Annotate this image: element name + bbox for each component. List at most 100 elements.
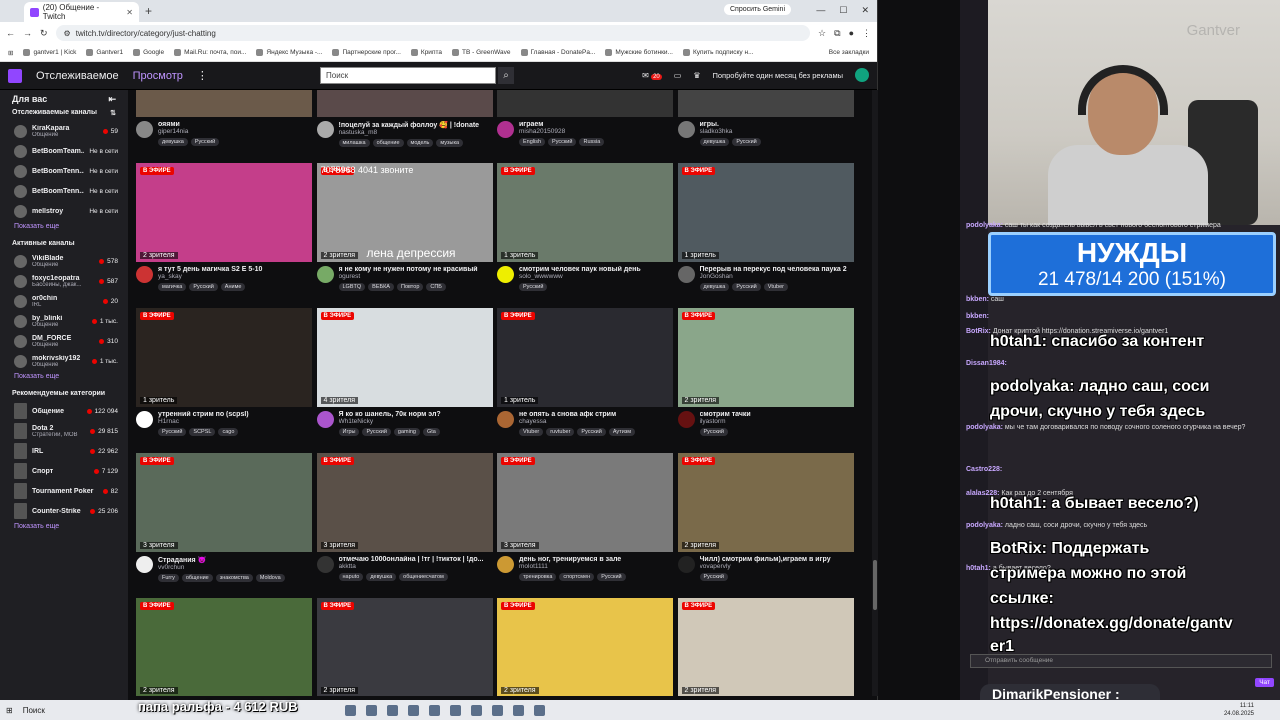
tag[interactable]: Русский: [158, 428, 187, 436]
stream-card[interactable]: В ЭФИРЕ 1 зритель Перерыв на перекус под ч…: [677, 163, 854, 291]
channel-name[interactable]: solo_wwwwww: [519, 273, 673, 280]
app-icon[interactable]: [533, 704, 545, 716]
app-icon[interactable]: [365, 704, 377, 716]
stream-title[interactable]: Я ко ко шанель, 70к норм эл?: [339, 411, 493, 418]
stream-thumbnail[interactable]: В ЭФИРЕ 3 зрителя: [316, 453, 493, 552]
stream-card[interactable]: В ЭФИРЕ 3 зрителя день ног, тренируемся в …: [497, 453, 673, 581]
tag[interactable]: модель: [406, 139, 434, 147]
menu-icon[interactable]: ⋮: [862, 28, 871, 39]
tag[interactable]: Русский: [189, 283, 218, 291]
star-icon[interactable]: ☆: [818, 28, 826, 39]
tag[interactable]: LGBTQ: [338, 283, 366, 291]
tag[interactable]: девушка: [699, 283, 730, 291]
channel-name[interactable]: sladko3hka: [700, 128, 854, 135]
search-input[interactable]: Поиск: [320, 67, 496, 84]
category-item[interactable]: IRL 22 962: [0, 441, 128, 461]
tag[interactable]: девушка: [366, 573, 397, 581]
chat-username[interactable]: podolyaka:: [966, 424, 1003, 431]
app-icon[interactable]: [428, 704, 440, 716]
nav-following[interactable]: Отслеживаемое: [36, 70, 119, 82]
user-avatar[interactable]: [855, 68, 869, 82]
channel-avatar[interactable]: [677, 411, 695, 428]
tag[interactable]: Vtuber: [519, 428, 544, 436]
bookmark-item[interactable]: Крипта: [410, 49, 442, 56]
bookmark-item[interactable]: Mail.Ru: почта, пои...: [174, 49, 246, 56]
chat-input[interactable]: Отправить сообщение: [970, 654, 1272, 668]
twitch-logo-icon[interactable]: [8, 68, 22, 83]
channel-name[interactable]: vovapervly: [700, 563, 854, 570]
stream-title[interactable]: смотрим человек паук новый день: [519, 266, 673, 273]
search-icon[interactable]: ⌕: [498, 67, 514, 84]
channel-name[interactable]: H1rnac: [158, 418, 312, 425]
stream-title[interactable]: я не кому не нужен потому не красивый: [339, 266, 493, 273]
collapse-sidebar-icon[interactable]: ⇤: [108, 94, 116, 105]
channel-name[interactable]: JonGoshan: [700, 273, 854, 280]
stream-card[interactable]: В ЭФИРЕ 2 зрителя 7075968 4041 звоните ленa…: [316, 163, 493, 291]
nav-browse[interactable]: Просмотр: [133, 70, 183, 82]
tag[interactable]: Moldova: [255, 574, 285, 582]
tag[interactable]: Повтор: [396, 283, 424, 291]
channel-name[interactable]: ya_skay: [158, 273, 312, 280]
bookmark-item[interactable]: Gantver1: [86, 49, 123, 56]
channel-name[interactable]: ogurest: [339, 273, 493, 280]
tag[interactable]: девушка: [699, 138, 730, 146]
stream-card[interactable]: В ЭФИРЕ 2 зрителя Чилл) смотрим фильм),игр…: [677, 453, 854, 581]
stream-thumbnail[interactable]: В ЭФИРЕ 2 зрителя 7075968 4041 звоните ленa…: [316, 163, 493, 262]
channel-name[interactable]: chayessa: [519, 418, 673, 425]
tag[interactable]: ruvtuber: [546, 428, 575, 436]
category-item[interactable]: Tournament Poker 82: [0, 481, 128, 501]
reload-icon[interactable]: ↻: [40, 28, 48, 39]
channel-avatar[interactable]: [136, 266, 153, 283]
tag[interactable]: Русский: [597, 573, 626, 581]
category-item[interactable]: Спорт 7 129: [0, 461, 128, 481]
stream-thumbnail[interactable]: В ЭФИРЕ: [677, 90, 854, 117]
sidebar-channel[interactable]: mokrivskiy192 Общение 1 тыс.: [0, 351, 128, 371]
apps-icon[interactable]: ⊞: [8, 49, 13, 57]
stream-thumbnail[interactable]: В ЭФИРЕ 2 зрителя: [497, 598, 673, 696]
stream-thumbnail[interactable]: В ЭФИРЕ 2 зрителя: [316, 598, 493, 696]
category-item[interactable]: Counter-Strike 25 206: [0, 501, 128, 521]
channel-avatar[interactable]: [497, 121, 514, 138]
stream-title[interactable]: день ног, тренируемся в зале: [519, 556, 673, 563]
tag[interactable]: cago: [218, 428, 239, 436]
minimize-icon[interactable]: —: [816, 5, 825, 16]
tag[interactable]: Русский: [362, 428, 391, 436]
tag[interactable]: СПБ: [426, 283, 446, 291]
sidebar-channel[interactable]: mellstroy Не в сети: [0, 201, 128, 221]
channel-name[interactable]: akktta: [339, 563, 493, 570]
channel-avatar[interactable]: [497, 266, 514, 283]
stream-card[interactable]: В ЭФИРЕ 1 зритель не опять а снова афк стр…: [497, 308, 673, 436]
stream-title[interactable]: Перерыв на перекус под человека паука 2: [700, 266, 854, 273]
taskbar-search[interactable]: Поиск: [23, 706, 45, 715]
stream-thumbnail[interactable]: В ЭФИРЕ 2 зрителя: [136, 598, 312, 696]
chat-username[interactable]: bkben:: [966, 313, 989, 320]
stream-title[interactable]: я тут 5 день магичка S2 E 5-10: [158, 266, 312, 273]
chat-username[interactable]: bkben:: [966, 296, 989, 303]
app-icon[interactable]: [470, 704, 482, 716]
stream-thumbnail[interactable]: В ЭФИРЕ 1 зритель: [497, 308, 673, 407]
stream-title[interactable]: Чилл) смотрим фильм),играем в игру: [700, 556, 854, 563]
stream-card[interactable]: В ЭФИРЕ2 зрителяАДСКИЙ РАЙBUM_AJKA: [677, 598, 854, 696]
stream-card[interactable]: В ЭФИРЕ 2 зрителя я тут 5 день магичка S2 …: [136, 163, 312, 291]
stream-title[interactable]: ояями: [158, 121, 312, 128]
tag[interactable]: Аниме: [220, 283, 246, 291]
tag[interactable]: Russia: [579, 138, 605, 146]
chat-username[interactable]: Castro228:: [966, 466, 1002, 473]
profile-icon[interactable]: ●: [849, 28, 854, 38]
tag[interactable]: Русский: [519, 283, 548, 291]
stream-card[interactable]: В ЭФИРЕ 1 зритель смотрим человек паук нов…: [497, 163, 673, 291]
stream-title[interactable]: утренний стрим по (scpsl): [158, 411, 312, 418]
crown-icon[interactable]: ♛: [693, 71, 700, 80]
tag[interactable]: знакомства: [215, 574, 253, 582]
tag[interactable]: Gta: [422, 428, 440, 436]
channel-name[interactable]: nastuska_m8: [339, 129, 493, 136]
tag[interactable]: Русский: [732, 283, 761, 291]
nav-more-icon[interactable]: ⋮: [197, 69, 208, 82]
channel-avatar[interactable]: [316, 556, 334, 573]
channel-avatar[interactable]: [316, 266, 334, 283]
channel-name[interactable]: giper14nia: [158, 128, 312, 135]
stream-thumbnail[interactable]: В ЭФИРЕ 1 зритель: [497, 163, 673, 262]
channel-avatar[interactable]: [677, 266, 695, 283]
chat-username[interactable]: h0tah1:: [966, 565, 991, 572]
category-item[interactable]: Общение 122 094: [0, 401, 128, 421]
